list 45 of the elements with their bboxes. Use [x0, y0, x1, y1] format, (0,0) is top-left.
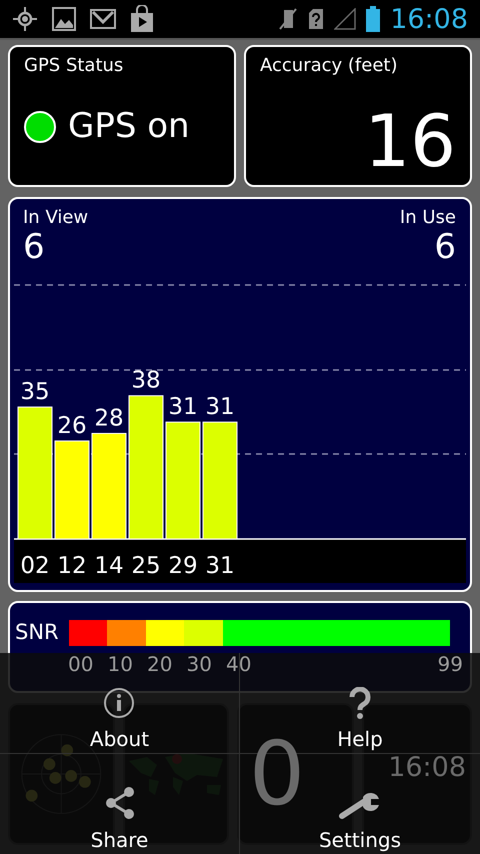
scale-tick-label: 99	[438, 650, 463, 678]
help-icon	[348, 686, 372, 718]
scale-tick-label: 00	[68, 650, 94, 678]
signal-icon	[334, 8, 356, 30]
menu-item[interactable]: Share	[90, 786, 148, 852]
info-icon	[103, 686, 136, 718]
scale-tick-label: 40	[226, 650, 252, 678]
sim-card-icon	[308, 8, 324, 30]
gps-status-text: GPS on	[68, 105, 190, 148]
shopping-bag-icon	[130, 5, 154, 33]
satellite-id: 25	[131, 553, 161, 579]
scale-tick-label: 20	[146, 650, 172, 678]
card-title: GPS Status	[24, 55, 124, 77]
wrench-icon	[339, 790, 381, 820]
accuracy-value: 16	[363, 105, 456, 177]
card-title: Accuracy (feet)	[260, 55, 398, 77]
speed-value: 0	[249, 730, 305, 818]
scale-tick-label: 30	[186, 650, 212, 678]
snr-label: SNR	[15, 619, 60, 646]
bar-value: 26	[57, 412, 87, 439]
scale-tick-label: 10	[107, 650, 133, 678]
bar-value: 31	[205, 394, 235, 420]
satellite-id: 02	[20, 553, 50, 579]
image-icon	[52, 7, 76, 31]
clock-time: 16:08	[390, 6, 468, 32]
bar-value: 31	[168, 394, 198, 420]
menu-item[interactable]: About	[90, 686, 150, 750]
satellite-id: 31	[205, 553, 235, 579]
clock-widget-time: 16:08	[388, 753, 466, 783]
in-use-count: 6	[433, 228, 456, 266]
vibrate-off-icon	[278, 7, 298, 31]
bar-value: 35	[20, 379, 50, 406]
mail-icon	[90, 8, 116, 30]
menu-item[interactable]: Settings	[318, 790, 402, 852]
bar-value: 38	[131, 368, 161, 394]
battery-icon	[366, 6, 380, 32]
in-view-label: In View	[23, 207, 88, 229]
in-view-count: 6	[23, 228, 46, 266]
menu-item[interactable]: Help	[337, 686, 383, 750]
satellite-id: 14	[94, 553, 124, 579]
in-use-label: In Use	[400, 207, 456, 229]
satellite-id: 12	[57, 553, 87, 579]
satellite-id: 29	[168, 553, 198, 579]
gps-icon	[12, 6, 38, 32]
bar-value: 28	[94, 405, 124, 432]
